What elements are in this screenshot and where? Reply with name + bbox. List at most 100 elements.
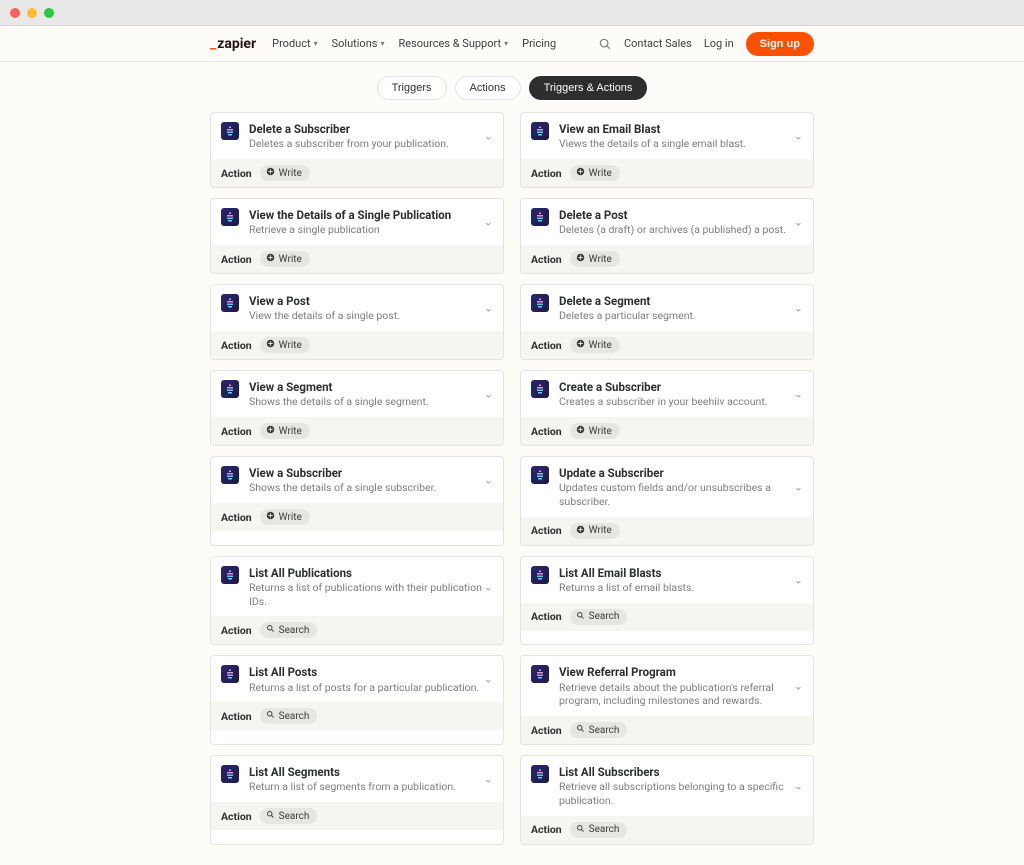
brand-logo[interactable]: _zapier <box>210 36 256 52</box>
action-card: Delete a SubscriberDeletes a subscriber … <box>210 112 504 188</box>
action-kind-label: Action <box>531 823 562 836</box>
signup-button[interactable]: Sign up <box>746 32 814 56</box>
chevron-down-icon[interactable]: ⌄ <box>484 474 493 487</box>
search-icon <box>576 611 585 623</box>
action-card-header[interactable]: Update a SubscriberUpdates custom fields… <box>521 457 813 517</box>
chevron-down-icon[interactable]: ⌄ <box>484 580 493 593</box>
action-card-header[interactable]: View an Email BlastViews the details of … <box>521 113 813 159</box>
action-kind-label: Action <box>221 624 252 637</box>
action-kind-label: Action <box>221 425 252 438</box>
chevron-down-icon[interactable]: ⌄ <box>794 573 803 586</box>
top-nav: _zapier Product▾ Solutions▾ Resources & Su… <box>0 26 1024 61</box>
chevron-down-icon[interactable]: ⌄ <box>484 130 493 143</box>
nav-link-pricing[interactable]: Pricing <box>522 37 556 50</box>
chevron-down-icon[interactable]: ⌄ <box>794 388 803 401</box>
chip-label: Search <box>279 711 310 722</box>
action-card-header[interactable]: Delete a SegmentDeletes a particular seg… <box>521 285 813 331</box>
action-card-header[interactable]: List All SubscribersRetrieve all subscri… <box>521 756 813 816</box>
window-close-icon[interactable] <box>10 8 20 18</box>
app-icon <box>531 665 549 683</box>
chevron-down-icon[interactable]: ⌄ <box>484 773 493 786</box>
action-card-header[interactable]: View a SegmentShows the details of a sin… <box>211 371 503 417</box>
action-card-header[interactable]: List All PostsReturns a list of posts fo… <box>211 656 503 702</box>
action-card-footer: ActionSearch <box>521 816 813 844</box>
filter-triggers[interactable]: Triggers <box>377 76 447 100</box>
chevron-down-icon[interactable]: ⌄ <box>484 216 493 229</box>
chip-label: Search <box>589 725 620 736</box>
filter-triggers-actions[interactable]: Triggers & Actions <box>529 76 648 100</box>
action-card-header[interactable]: View a SubscriberShows the details of a … <box>211 457 503 503</box>
chevron-down-icon[interactable]: ⌄ <box>794 480 803 493</box>
action-card-footer: ActionWrite <box>521 331 813 359</box>
action-kind-label: Action <box>531 253 562 266</box>
action-card: Update a SubscriberUpdates custom fields… <box>520 456 814 546</box>
action-description: Deletes a particular segment. <box>559 309 803 323</box>
action-card-footer: Action Search <box>521 603 813 631</box>
chip-label: Search <box>589 611 620 622</box>
action-card-footer: ActionWrite <box>521 159 813 187</box>
action-card: List All PublicationsReturns a list of p… <box>210 556 504 646</box>
action-title: List All Email Blasts <box>559 566 803 580</box>
chip-label: Write <box>279 426 302 437</box>
action-kind-label: Action <box>221 710 252 723</box>
action-card-header[interactable]: View the Details of a Single Publication… <box>211 199 503 245</box>
action-title: View a Post <box>249 294 493 308</box>
nav-link-resources-support[interactable]: Resources & Support▾ <box>398 37 508 50</box>
action-kind-label: Action <box>531 610 562 623</box>
action-card-footer: Action Search <box>211 702 503 730</box>
search-icon[interactable] <box>598 37 612 51</box>
chevron-down-icon[interactable]: ⌄ <box>484 673 493 686</box>
nav-link-label: Resources & Support <box>398 37 501 50</box>
write-chip: Write <box>260 423 310 439</box>
chevron-down-icon[interactable]: ⌄ <box>484 388 493 401</box>
search-icon <box>266 810 275 822</box>
window-minimize-icon[interactable] <box>27 8 37 18</box>
action-card-header[interactable]: View Referral ProgramRetrieve details ab… <box>521 656 813 716</box>
action-title: List All Publications <box>249 566 493 580</box>
chip-label: Write <box>279 340 302 351</box>
chevron-down-icon: ▾ <box>380 39 384 48</box>
action-kind-label: Action <box>221 167 252 180</box>
action-title: Delete a Post <box>559 208 803 222</box>
filter-actions[interactable]: Actions <box>455 76 521 100</box>
chevron-down-icon[interactable]: ⌄ <box>794 680 803 693</box>
nav-link-product[interactable]: Product▾ <box>272 37 317 50</box>
chevron-down-icon[interactable]: ⌄ <box>794 779 803 792</box>
action-description: Updates custom fields and/or unsubscribe… <box>559 481 803 508</box>
action-card-header[interactable]: Delete a SubscriberDeletes a subscriber … <box>211 113 503 159</box>
action-card-header[interactable]: List All Email BlastsReturns a list of e… <box>521 557 813 603</box>
chip-label: Write <box>279 512 302 523</box>
action-card-header[interactable]: Create a SubscriberCreates a subscriber … <box>521 371 813 417</box>
chevron-down-icon[interactable]: ⌄ <box>794 302 803 315</box>
action-description: Return a list of segments from a publica… <box>249 780 493 794</box>
search-icon <box>576 724 585 736</box>
login-link[interactable]: Log in <box>704 37 734 50</box>
app-icon <box>221 208 239 226</box>
action-card: View a PostView the details of a single … <box>210 284 504 360</box>
nav-link-solutions[interactable]: Solutions▾ <box>332 37 385 50</box>
action-card-footer: ActionWrite <box>211 331 503 359</box>
write-chip: Write <box>260 251 310 267</box>
write-chip: Write <box>570 423 620 439</box>
action-card-header[interactable]: View a PostView the details of a single … <box>211 285 503 331</box>
action-card: List All PostsReturns a list of posts fo… <box>210 655 504 745</box>
chip-label: Write <box>589 426 612 437</box>
app-icon <box>221 380 239 398</box>
plus-circle-icon <box>266 339 275 351</box>
contact-sales-link[interactable]: Contact Sales <box>624 37 692 50</box>
action-card-footer: ActionWrite <box>521 417 813 445</box>
write-chip: Write <box>570 165 620 181</box>
action-card-header[interactable]: Delete a PostDeletes (a draft) or archiv… <box>521 199 813 245</box>
chevron-down-icon[interactable]: ⌄ <box>484 302 493 315</box>
chevron-down-icon[interactable]: ⌄ <box>794 130 803 143</box>
action-kind-label: Action <box>531 724 562 737</box>
action-description: View the details of a single post. <box>249 309 493 323</box>
chevron-down-icon[interactable]: ⌄ <box>794 216 803 229</box>
action-card: View Referral ProgramRetrieve details ab… <box>520 655 814 745</box>
action-title: List All Subscribers <box>559 765 803 779</box>
app-icon <box>531 466 549 484</box>
window-zoom-icon[interactable] <box>44 8 54 18</box>
action-card-header[interactable]: List All SegmentsReturn a list of segmen… <box>211 756 503 802</box>
plus-circle-icon <box>266 253 275 265</box>
action-card-header[interactable]: List All PublicationsReturns a list of p… <box>211 557 503 617</box>
